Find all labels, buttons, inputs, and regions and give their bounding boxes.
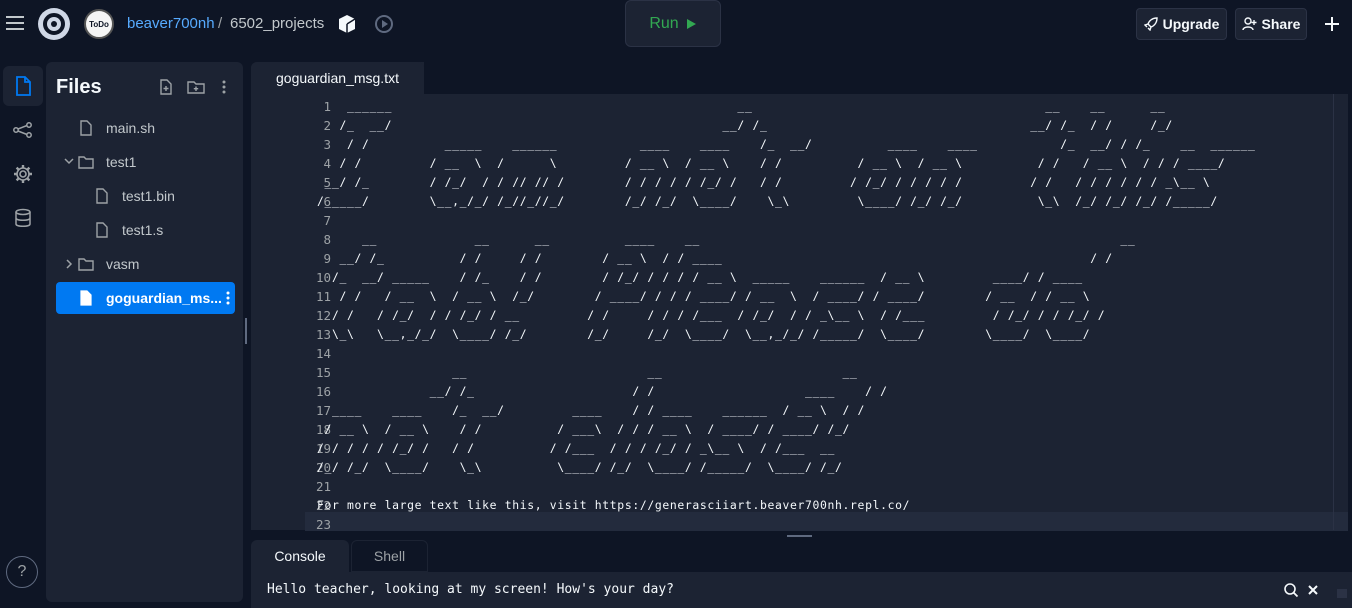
rocket-icon	[1143, 17, 1158, 31]
top-bar: ToDo beaver700nh / 6502_projects Run Upg…	[0, 0, 1352, 48]
folder-vasm[interactable]: vasm	[56, 249, 233, 279]
play-icon	[685, 18, 697, 30]
code-line: /_/ /_/ \____/ \_\ \____/ /_/ \____/ /__…	[317, 460, 843, 474]
code-line: \_\ \__,_/_/ \____/ /_/ /_/ /_/ \____/ \…	[317, 327, 1091, 341]
code-line: __/ /_ / /_/ / / // // / / / / / / /_/ /…	[317, 175, 1211, 189]
line-number: 21	[315, 479, 331, 494]
replit-logo[interactable]	[38, 8, 70, 40]
breadcrumb-separator: /	[218, 15, 223, 32]
share-label: Share	[1261, 16, 1301, 32]
menu-icon[interactable]	[4, 12, 26, 34]
new-folder-icon[interactable]	[186, 77, 206, 97]
new-file-icon[interactable]	[156, 77, 176, 97]
search-icon[interactable]	[1283, 582, 1299, 598]
breadcrumb-project[interactable]: 6502_projects	[230, 15, 324, 32]
editor-tab[interactable]: goguardian_msg.txt	[251, 62, 424, 94]
run-button[interactable]: Run	[625, 0, 721, 47]
folder-icon	[78, 154, 94, 170]
code-line: /_ __/ __/ /_ __/ /_ / / /_/	[317, 118, 1173, 132]
tab-label: goguardian_msg.txt	[276, 70, 399, 86]
clear-icon[interactable]	[1305, 582, 1321, 598]
share-button[interactable]: Share	[1235, 8, 1307, 40]
file-icon	[78, 120, 94, 136]
code-line: / / / /_/ / / /_/ / __ / / / / / /___ / …	[317, 308, 1106, 322]
file-main-sh[interactable]: main.sh	[56, 113, 233, 143]
code-line: __ __ __ ____ __ __	[317, 232, 1136, 246]
code-line: / / / __ \ / \ / __ \ / __ \ / / / __ \ …	[317, 156, 1226, 170]
code-line: __/ /_ / / ____ / /	[317, 384, 888, 398]
tree-item-label: vasm	[106, 256, 140, 272]
code-line: __ __ __	[317, 365, 858, 379]
files-panel: Files main.sh test1 test1.bin test1.s va…	[46, 62, 243, 602]
more-options-icon[interactable]	[225, 290, 231, 306]
file-icon	[14, 76, 32, 96]
tool-rail	[0, 62, 46, 608]
upgrade-button[interactable]: Upgrade	[1136, 8, 1227, 40]
code-line: __/ /_ / / / / / __ \ / / ____ / /	[317, 251, 1113, 265]
split-resize-handle[interactable]	[787, 535, 812, 537]
scrollbar-track[interactable]	[1333, 94, 1334, 530]
console-output[interactable]: Hello teacher, looking at my screen! How…	[251, 572, 1352, 608]
tree-item-label: test1.bin	[122, 188, 175, 204]
help-button[interactable]: ?	[6, 556, 38, 588]
tree-item-label: main.sh	[106, 120, 156, 136]
panel-resize-handle[interactable]	[245, 318, 247, 344]
settings-tool-button[interactable]	[3, 154, 43, 194]
tab-label: Console	[274, 548, 326, 564]
tree-item-label: goguardian_ms...	[106, 290, 222, 306]
code-line: /_____/ \__,_/_/ /_//_//_/ /_/ /_/ \____…	[317, 194, 1218, 208]
git-tool-button[interactable]	[3, 110, 43, 150]
file-goguardian-msg[interactable]: goguardian_ms...	[56, 282, 235, 314]
history-icon[interactable]	[373, 13, 395, 35]
breadcrumb-username[interactable]: beaver700nh	[127, 15, 215, 32]
plus-icon[interactable]	[1321, 13, 1343, 35]
code-line: For more large text like this, visit htt…	[317, 498, 911, 512]
files-tool-button[interactable]	[3, 66, 43, 106]
tree-item-label: test1.s	[122, 222, 164, 238]
folder-icon	[78, 256, 94, 272]
gear-icon	[13, 164, 33, 184]
folder-test1[interactable]: test1	[56, 147, 233, 177]
tree-item-label: test1	[106, 154, 137, 170]
file-icon	[78, 290, 94, 306]
run-label: Run	[649, 14, 679, 32]
line-number: 23	[315, 517, 331, 532]
code-line: / __ \ / __ \ / / / ___\ / / / __ \ / __…	[317, 422, 851, 436]
file-test1-s[interactable]: test1.s	[56, 215, 233, 245]
tab-shell[interactable]: Shell	[351, 540, 428, 572]
code-line: / / _____ ______ ____ ____ /_ __/ ____ _…	[317, 137, 1256, 151]
file-icon	[94, 222, 110, 238]
code-line: / / / __ \ / __ \ /_/ / ____/ / / / ____…	[317, 289, 1091, 303]
file-test1-bin[interactable]: test1.bin	[56, 181, 233, 211]
database-icon	[14, 208, 32, 228]
add-user-icon	[1241, 17, 1257, 31]
code-line: ____ ____ /_ __/ ____ / / ____ ______ / …	[317, 403, 866, 417]
code-line: ______ __ __ __ __	[317, 99, 1166, 113]
avatar[interactable]: ToDo	[84, 9, 114, 39]
tab-strip	[424, 62, 1348, 94]
files-title: Files	[56, 76, 102, 98]
database-tool-button[interactable]	[3, 198, 43, 238]
code-line: / / / / / /_/ / / / / /___ / / / /_/ / _…	[317, 441, 836, 455]
more-options-icon[interactable]	[214, 77, 234, 97]
code-area[interactable]: 1 2 3 4 5 6 7 8 9 10 11 12 13 14 15 16 17 18 19 20 21 22 23 __…	[251, 94, 1348, 532]
console-text: Hello teacher, looking at my screen! How…	[267, 582, 674, 597]
code-line: /_ __/ _____ / /_ / / / /_/ / / / / __ \…	[317, 270, 1083, 284]
console-tabbar: Console Shell	[251, 540, 1352, 572]
scroll-indicator-icon	[1334, 582, 1350, 598]
language-icon[interactable]	[337, 14, 357, 34]
line-number: 14	[315, 346, 331, 361]
version-control-icon	[13, 122, 33, 138]
tab-console[interactable]: Console	[251, 540, 349, 572]
tab-label: Shell	[373, 548, 406, 564]
file-icon	[94, 188, 110, 204]
line-number: 7	[323, 213, 331, 228]
editor-pane: goguardian_msg.txt 1 2 3 4 5 6 7 8 9 10 11 12 13 14 15…	[251, 62, 1348, 532]
upgrade-label: Upgrade	[1162, 16, 1220, 32]
